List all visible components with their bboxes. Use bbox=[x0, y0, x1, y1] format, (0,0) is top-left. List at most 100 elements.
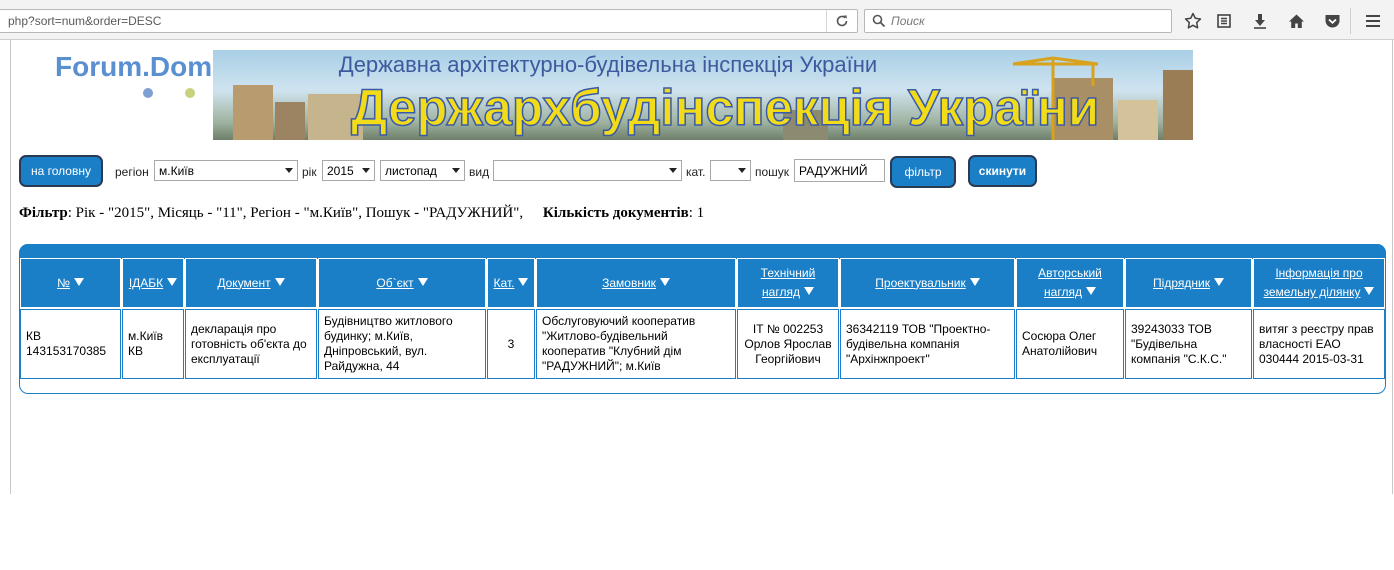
bookmark-star-icon bbox=[1184, 12, 1202, 29]
document-count-label: Кількість документів bbox=[542, 205, 689, 221]
region-value: м.Київ bbox=[159, 164, 194, 178]
column-header-label: земельну ділянку bbox=[1263, 285, 1361, 299]
sort-arrow-icon bbox=[73, 277, 84, 286]
column-header-object[interactable]: Об`єкт bbox=[318, 258, 486, 308]
column-header-label: Документ bbox=[217, 275, 271, 290]
home-icon bbox=[1288, 14, 1304, 28]
cell-author-supervision: Сосюра Олег Анатолійович bbox=[1016, 309, 1124, 379]
filter-summary-text: : Рік - "2015", Місяць - "11", Регіон - … bbox=[67, 205, 524, 221]
download-icon bbox=[1254, 14, 1266, 29]
column-header-label: Кат. bbox=[493, 275, 515, 290]
reading-list-button[interactable] bbox=[1213, 10, 1235, 32]
banner-building bbox=[233, 85, 273, 140]
logo-dot bbox=[143, 88, 153, 98]
sort-arrow-icon bbox=[659, 277, 670, 286]
month-value: листопад bbox=[385, 164, 437, 178]
cell-category: 3 bbox=[487, 309, 535, 379]
column-header-label: нагляд bbox=[1044, 285, 1082, 299]
cell-idabk: м.Київ КВ bbox=[122, 309, 184, 379]
column-header-label: Інформація про bbox=[1275, 266, 1363, 280]
filter-summary: Фільтр: Рік - "2015", Місяць - "11", Рег… bbox=[19, 205, 704, 222]
reload-button[interactable] bbox=[826, 10, 856, 32]
menu-button[interactable] bbox=[1362, 10, 1384, 32]
column-header-number[interactable]: № bbox=[20, 258, 121, 308]
bookmark-button[interactable] bbox=[1182, 10, 1204, 32]
search-bar[interactable]: Поиск bbox=[864, 9, 1172, 33]
home-button[interactable] bbox=[1285, 10, 1307, 32]
column-header-category[interactable]: Кат. bbox=[487, 258, 535, 308]
cell-customer: Обслуговуючий кооператив "Житлово-будіве… bbox=[536, 309, 736, 379]
home-page-button[interactable]: на головну bbox=[19, 155, 103, 187]
cell-contractor: 39243033 ТОВ "Будівельна компанія "С.К.С… bbox=[1125, 309, 1252, 379]
search-placeholder: Поиск bbox=[891, 14, 925, 28]
banner-building bbox=[1118, 100, 1158, 140]
search-input[interactable]: РАДУЖНИЙ bbox=[794, 159, 885, 182]
logo-dot bbox=[185, 88, 195, 98]
search-label: пошук bbox=[755, 165, 790, 179]
reset-button[interactable]: скинути bbox=[968, 155, 1037, 187]
chevron-down-icon bbox=[285, 168, 293, 173]
type-label: вид bbox=[469, 165, 490, 179]
category-label: кат. bbox=[686, 165, 706, 179]
toolbar-separator bbox=[1350, 8, 1351, 34]
region-select[interactable]: м.Київ bbox=[154, 160, 298, 181]
sort-arrow-icon bbox=[1085, 287, 1096, 295]
column-header-label: Технічний bbox=[760, 266, 816, 280]
sort-arrow-icon bbox=[518, 277, 529, 286]
month-select[interactable]: листопад bbox=[380, 160, 465, 181]
address-bar[interactable]: php?sort=num&order=DESC bbox=[0, 9, 858, 33]
downloads-button[interactable] bbox=[1249, 10, 1271, 32]
category-select[interactable] bbox=[710, 160, 751, 181]
region-label: регіон bbox=[115, 165, 149, 179]
filter-summary-label: Фільтр bbox=[19, 205, 68, 221]
banner-building bbox=[275, 102, 305, 140]
column-header-designer[interactable]: Проектувальник bbox=[840, 258, 1015, 308]
cell-document: декларація про готовність об'єкта до екс… bbox=[185, 309, 317, 379]
pocket-icon bbox=[1325, 15, 1339, 28]
chevron-down-icon bbox=[452, 168, 460, 173]
column-header-label: Проектувальник bbox=[875, 275, 966, 290]
column-header-contractor[interactable]: Підрядник bbox=[1125, 258, 1252, 308]
column-header-land-info[interactable]: Інформація про земельну ділянку bbox=[1253, 258, 1385, 308]
pocket-button[interactable] bbox=[1321, 10, 1343, 32]
banner-image: Державна архітектурно-будівельна інспекц… bbox=[213, 50, 1193, 140]
column-header-label: нагляд bbox=[762, 285, 800, 299]
sort-arrow-icon bbox=[1213, 277, 1224, 286]
menu-icon bbox=[1366, 15, 1380, 27]
filter-button[interactable]: фільтр bbox=[890, 156, 956, 188]
cell-number: КВ 143153170385 bbox=[20, 309, 121, 379]
cell-object: Будівництво житлового будинку; м.Київ, Д… bbox=[318, 309, 486, 379]
banner-building bbox=[1163, 70, 1193, 140]
column-header-label: Замовник bbox=[602, 275, 656, 290]
year-label: рік bbox=[302, 165, 317, 179]
table-top-bar bbox=[19, 244, 1386, 259]
sort-arrow-icon bbox=[274, 277, 285, 286]
cell-tech-supervision: ІТ № 002253 Орлов Ярослав Георгійович bbox=[737, 309, 839, 379]
chevron-down-icon bbox=[669, 168, 677, 173]
column-header-customer[interactable]: Замовник bbox=[536, 258, 736, 308]
column-header-label: Об`єкт bbox=[376, 275, 414, 290]
page-left-border bbox=[10, 40, 11, 494]
banner-title: Держархбудінспекція України bbox=[350, 78, 1100, 137]
cell-designer: 36342119 ТОВ "Проектно-будівельна компан… bbox=[840, 309, 1015, 379]
sort-arrow-icon bbox=[969, 277, 980, 286]
column-header-label: № bbox=[57, 275, 70, 290]
sort-arrow-icon bbox=[1364, 287, 1375, 295]
sort-arrow-icon bbox=[803, 287, 814, 295]
column-header-author-supervision[interactable]: Авторський нагляд bbox=[1016, 258, 1124, 308]
chevron-down-icon bbox=[362, 168, 370, 173]
column-header-label: Авторський bbox=[1038, 266, 1102, 280]
year-value: 2015 bbox=[327, 164, 354, 178]
search-input-value: РАДУЖНИЙ bbox=[799, 164, 868, 178]
column-header-document[interactable]: Документ bbox=[185, 258, 317, 308]
address-url: php?sort=num&order=DESC bbox=[8, 14, 162, 28]
column-header-tech-supervision[interactable]: Технічний нагляд bbox=[737, 258, 839, 308]
chevron-down-icon bbox=[738, 168, 746, 173]
browser-toolbar: php?sort=num&order=DESC Поиск bbox=[0, 0, 1394, 40]
year-select[interactable]: 2015 bbox=[322, 160, 375, 181]
document-count-value: : 1 bbox=[688, 205, 705, 221]
type-select[interactable] bbox=[493, 160, 682, 181]
column-header-idabk[interactable]: ІДАБК bbox=[122, 258, 184, 308]
search-icon bbox=[872, 14, 886, 28]
banner-subtitle: Державна архітектурно-будівельна інспекц… bbox=[338, 52, 878, 77]
